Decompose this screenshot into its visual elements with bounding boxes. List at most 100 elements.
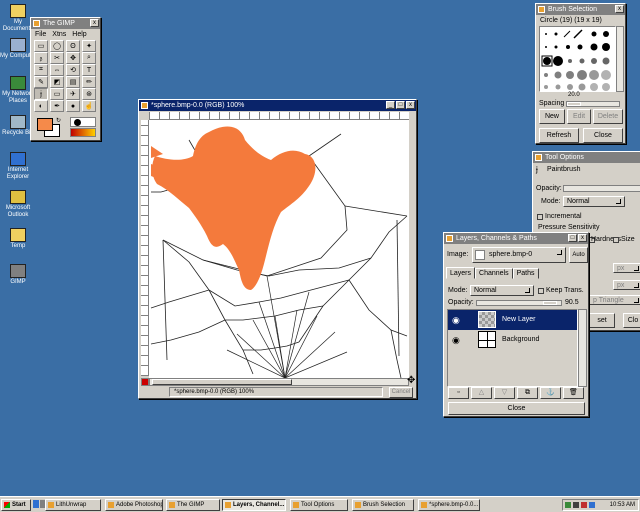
layers-close-button[interactable]: Close xyxy=(448,402,585,415)
transform-icon[interactable]: ⟲ xyxy=(66,64,80,76)
auto-button[interactable]: Auto xyxy=(569,247,588,263)
eraser-icon[interactable]: ▭ xyxy=(50,88,64,100)
duplicate-layer-icon[interactable]: ⧉ xyxy=(517,387,538,399)
close-icon[interactable]: x xyxy=(406,101,415,109)
taskbar-item[interactable]: The GIMP xyxy=(166,499,220,511)
new-brush-button[interactable]: New xyxy=(539,109,565,124)
delete-layer-icon[interactable]: 🗑 xyxy=(563,387,584,399)
convolve-icon[interactable]: ◐ xyxy=(34,100,48,112)
layer-opacity-slider[interactable] xyxy=(476,300,562,306)
taskbar-item[interactable]: *sphere.bmp-0.0... xyxy=(418,499,480,511)
brush-grid[interactable] xyxy=(539,26,616,92)
swap-colors-icon[interactable]: ↻ xyxy=(56,117,61,124)
paintbrush-icon[interactable]: ɉ xyxy=(34,88,48,100)
close-button[interactable]: Close xyxy=(583,128,623,143)
triangle-select[interactable]: p Triangle xyxy=(589,295,640,305)
top-ruler[interactable] xyxy=(149,112,409,120)
tray-app-icon[interactable] xyxy=(581,502,587,508)
eye-icon[interactable]: ◉ xyxy=(452,335,460,346)
tab-layers[interactable]: Layers xyxy=(446,267,476,279)
spacing-slider[interactable] xyxy=(566,101,620,107)
maximize-icon[interactable]: □ xyxy=(396,101,405,109)
horizontal-scrollbar[interactable] xyxy=(149,378,409,386)
refresh-button[interactable]: Refresh xyxy=(539,128,579,143)
layer-list-scrollbar[interactable] xyxy=(578,309,587,387)
select-rect-icon[interactable]: ▭ xyxy=(34,40,48,52)
bezier-icon[interactable]: ᵦ xyxy=(34,52,48,64)
gradient-indicator[interactable] xyxy=(70,128,96,137)
image-titlebar[interactable]: *sphere.bmp-0.0 (RGB) 100% _ □ x xyxy=(139,100,416,111)
flip-icon[interactable]: ⇔ xyxy=(50,64,64,76)
layer-row-background[interactable]: ◉ Background xyxy=(448,330,577,350)
tray-volume-icon[interactable] xyxy=(573,502,579,508)
keep-trans-checkbox[interactable] xyxy=(538,288,544,294)
tab-paths[interactable]: Paths xyxy=(512,268,539,279)
scissors-icon[interactable]: ✂ xyxy=(50,52,64,64)
layer-row-new-layer[interactable]: ◉ New Layer xyxy=(448,310,577,330)
text-icon[interactable]: T xyxy=(82,64,96,76)
new-layer-icon[interactable]: ▫ xyxy=(448,387,469,399)
start-button[interactable]: Start xyxy=(1,499,31,511)
brush-selection-titlebar[interactable]: Brush Selection x xyxy=(536,4,625,15)
taskbar-item[interactable]: Tool Options xyxy=(290,499,348,511)
tool-options-titlebar[interactable]: Tool Options xyxy=(533,152,640,163)
lower-layer-icon[interactable]: ▽ xyxy=(494,387,515,399)
move-icon[interactable]: ✥ xyxy=(66,52,80,64)
desktop-icon[interactable]: Microsoft Outlook xyxy=(0,190,36,219)
mode-select[interactable]: Normal xyxy=(563,196,625,207)
cancel-button[interactable]: Cancel xyxy=(389,387,413,398)
delete-brush-button[interactable]: Delete xyxy=(593,109,623,124)
raise-layer-icon[interactable]: △ xyxy=(471,387,492,399)
tool-options-close-button[interactable]: Clo xyxy=(623,313,640,328)
minimize-icon[interactable]: _ xyxy=(386,101,395,109)
smudge-icon[interactable]: ☝ xyxy=(82,100,96,112)
layer-mode-select[interactable]: Normal xyxy=(470,285,534,296)
taskbar-item[interactable]: LithUnwrap xyxy=(45,499,101,511)
bucket-fill-icon[interactable]: ◩ xyxy=(50,76,64,88)
px-unit-select-1[interactable]: px xyxy=(613,263,640,273)
clock[interactable]: 10:53 AM xyxy=(610,501,635,509)
reset-button[interactable]: set xyxy=(589,313,615,328)
close-icon[interactable]: x xyxy=(90,19,99,27)
incremental-checkbox[interactable] xyxy=(537,214,543,220)
zoom-icon[interactable]: ⌕ xyxy=(82,52,96,64)
clone-icon[interactable]: ⊛ xyxy=(82,88,96,100)
navigate-icon[interactable]: ✥ xyxy=(407,376,415,386)
close-icon[interactable]: x xyxy=(615,5,624,13)
size-checkbox[interactable] xyxy=(613,237,619,243)
crop-icon[interactable]: ⌗ xyxy=(34,64,48,76)
image-canvas[interactable] xyxy=(149,120,409,378)
taskbar-item[interactable]: Layers, Channel... xyxy=(222,499,286,511)
dodge-icon[interactable]: ● xyxy=(66,100,80,112)
ie-quicklaunch-icon[interactable] xyxy=(33,500,39,508)
opacity-slider[interactable] xyxy=(563,185,640,192)
brush-indicator[interactable] xyxy=(70,117,96,127)
tray-monitor-icon[interactable] xyxy=(589,502,595,508)
foreground-color-swatch[interactable] xyxy=(37,118,53,131)
airbrush-icon[interactable]: ✈ xyxy=(66,88,80,100)
blend-icon[interactable]: ▤ xyxy=(66,76,80,88)
taskbar-item[interactable]: Adobe Photoshop xyxy=(105,499,163,511)
color-picker-icon[interactable]: ✎ xyxy=(34,76,48,88)
quickmask-icon[interactable] xyxy=(141,378,149,386)
pencil-icon[interactable]: ✏ xyxy=(82,76,96,88)
select-ellipse-icon[interactable]: ◯ xyxy=(50,40,64,52)
px-unit-select-2[interactable]: px xyxy=(613,280,640,290)
maximize-icon[interactable]: □ xyxy=(568,234,577,242)
lasso-icon[interactable]: ʘ xyxy=(66,40,80,52)
eye-icon[interactable]: ◉ xyxy=(452,315,460,326)
tab-channels[interactable]: Channels xyxy=(475,268,513,279)
brush-grid-scrollbar[interactable] xyxy=(616,26,624,92)
magic-wand-icon[interactable]: ✦ xyxy=(82,40,96,52)
close-icon[interactable]: x xyxy=(578,234,587,242)
desktop-icon[interactable]: GIMP xyxy=(0,264,36,286)
edit-brush-button[interactable]: Edit xyxy=(567,109,591,124)
ink-icon[interactable]: ✒ xyxy=(50,100,64,112)
anchor-layer-icon[interactable]: ⚓ xyxy=(540,387,561,399)
menu-file[interactable]: File xyxy=(35,31,46,38)
taskbar-item[interactable]: Brush Selection xyxy=(352,499,414,511)
tray-network-icon[interactable] xyxy=(565,502,571,508)
desktop-icon[interactable]: Internet Explorer xyxy=(0,152,36,181)
desktop-icon[interactable]: Temp xyxy=(0,228,36,250)
menu-xtns[interactable]: Xtns xyxy=(52,31,66,38)
